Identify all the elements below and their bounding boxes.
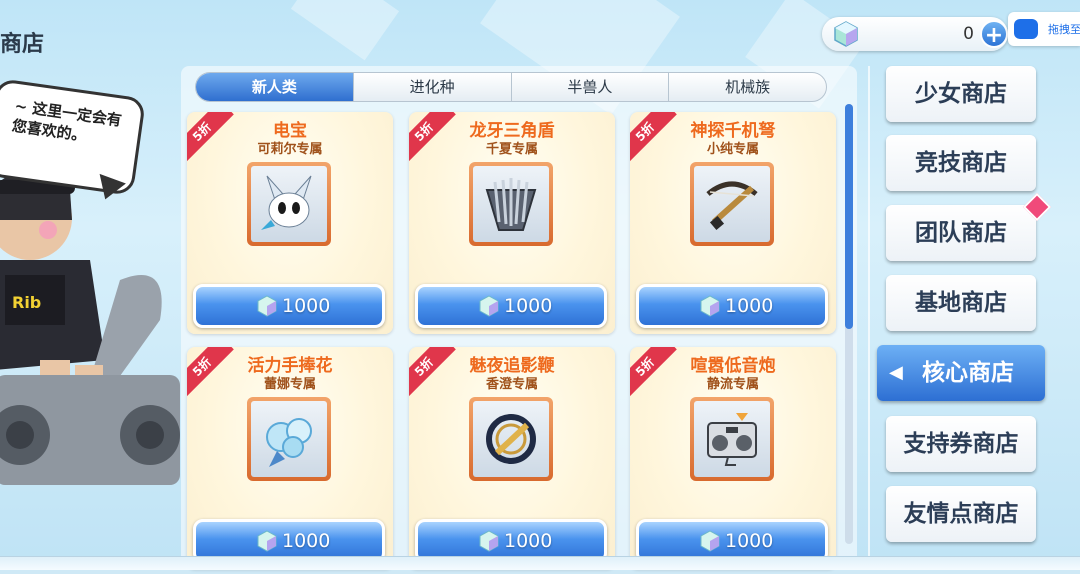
item-price: 1000 [725, 295, 774, 317]
buy-button[interactable]: 1000 [415, 284, 607, 328]
crossbow-icon [706, 181, 758, 231]
cube-gem-icon [700, 530, 720, 552]
tab-beastkin[interactable]: 半兽人 [512, 73, 670, 101]
nav-arena-shop[interactable]: 竞技商店 [886, 135, 1036, 191]
scrollbar-thumb[interactable] [845, 104, 853, 329]
shop-item-card[interactable]: 5折 喧嚣低音炮 静流专属 1000 [630, 347, 836, 569]
item-price: 1000 [504, 530, 553, 552]
shop-item-card[interactable]: 5折 龙牙三角盾 千夏专属 1000 [409, 112, 615, 334]
item-icon-frame [469, 162, 553, 246]
item-price: 1000 [725, 530, 774, 552]
tab-machine[interactable]: 机械族 [669, 73, 826, 101]
nav-girl-shop[interactable]: 少女商店 [886, 66, 1036, 122]
item-price: 1000 [282, 295, 331, 317]
cloud-icon [1014, 19, 1038, 39]
corner-badge-text: 拖拽至 [1048, 23, 1080, 36]
item-owner: 静流专属 [706, 377, 759, 392]
chevron-left-icon: ◀ [889, 362, 903, 383]
buy-button[interactable]: 1000 [636, 284, 828, 328]
item-owner: 蕾娜专属 [263, 377, 316, 392]
shop-item-card[interactable]: 5折 活力手捧花 蕾娜专属 1000 [187, 347, 393, 569]
cube-gem-icon [257, 530, 277, 552]
tab-new-humans[interactable]: 新人类 [196, 73, 354, 101]
whip-icon [486, 414, 536, 464]
nav-friendship-shop[interactable]: 友情点商店 [886, 486, 1036, 542]
item-price: 1000 [504, 295, 553, 317]
category-tabs: 新人类 进化种 半兽人 机械族 [195, 72, 827, 102]
items-scrollbar[interactable] [845, 104, 853, 544]
nav-team-shop[interactable]: 团队商店 [886, 205, 1036, 261]
item-owner: 香澄专属 [485, 377, 538, 392]
nav-divider [868, 66, 870, 556]
cube-gem-icon [257, 295, 277, 317]
shop-item-card[interactable]: 5折 神探千机弩 小纯专属 1000 [630, 112, 836, 334]
item-owner: 千夏专属 [485, 142, 538, 157]
item-icon-frame [247, 162, 331, 246]
nav-base-shop[interactable]: 基地商店 [886, 275, 1036, 331]
item-price: 1000 [282, 530, 331, 552]
cube-gem-icon [479, 295, 499, 317]
page-title: 商店 [0, 32, 45, 57]
speech-bubble: ~ 这里一定会有您喜欢的。 [0, 78, 147, 196]
item-icon-frame [690, 162, 774, 246]
spiked-shield-icon [485, 178, 537, 231]
corner-overlay-badge[interactable]: 拖拽至 [1008, 12, 1080, 46]
cube-gem-icon [700, 295, 720, 317]
currency-bar: 0 + [822, 17, 1008, 51]
buy-button[interactable]: 1000 [193, 284, 385, 328]
currency-amount: 0 [963, 24, 974, 44]
item-owner: 可莉尔专属 [257, 142, 323, 157]
bouquet-icon [266, 418, 312, 467]
shop-item-card[interactable]: 5折 电宝 可莉尔专属 1000 [187, 112, 393, 334]
shop-item-card[interactable]: 5折 魅夜追影鞭 香澄专属 1000 [409, 347, 615, 569]
boombox-icon [707, 413, 757, 466]
nav-ticket-shop[interactable]: 支持券商店 [886, 416, 1036, 472]
tab-evolved[interactable]: 进化种 [354, 73, 512, 101]
nav-core-shop-label: 核心商店 [922, 360, 1014, 386]
svg-text:Rib: Rib [12, 293, 41, 312]
shopkeeper-character: Rib [0, 150, 185, 550]
add-currency-button[interactable]: + [980, 20, 1008, 48]
item-icon-frame [247, 397, 331, 481]
item-icon-frame [469, 397, 553, 481]
item-owner: 小纯专属 [706, 142, 759, 157]
rabbit-spirit-icon [261, 175, 312, 230]
bottom-bar [0, 556, 1080, 570]
cube-gem-icon [479, 530, 499, 552]
nav-core-shop[interactable]: ◀ 核心商店 [877, 345, 1045, 401]
item-icon-frame [690, 397, 774, 481]
cube-gem-icon [834, 21, 858, 47]
